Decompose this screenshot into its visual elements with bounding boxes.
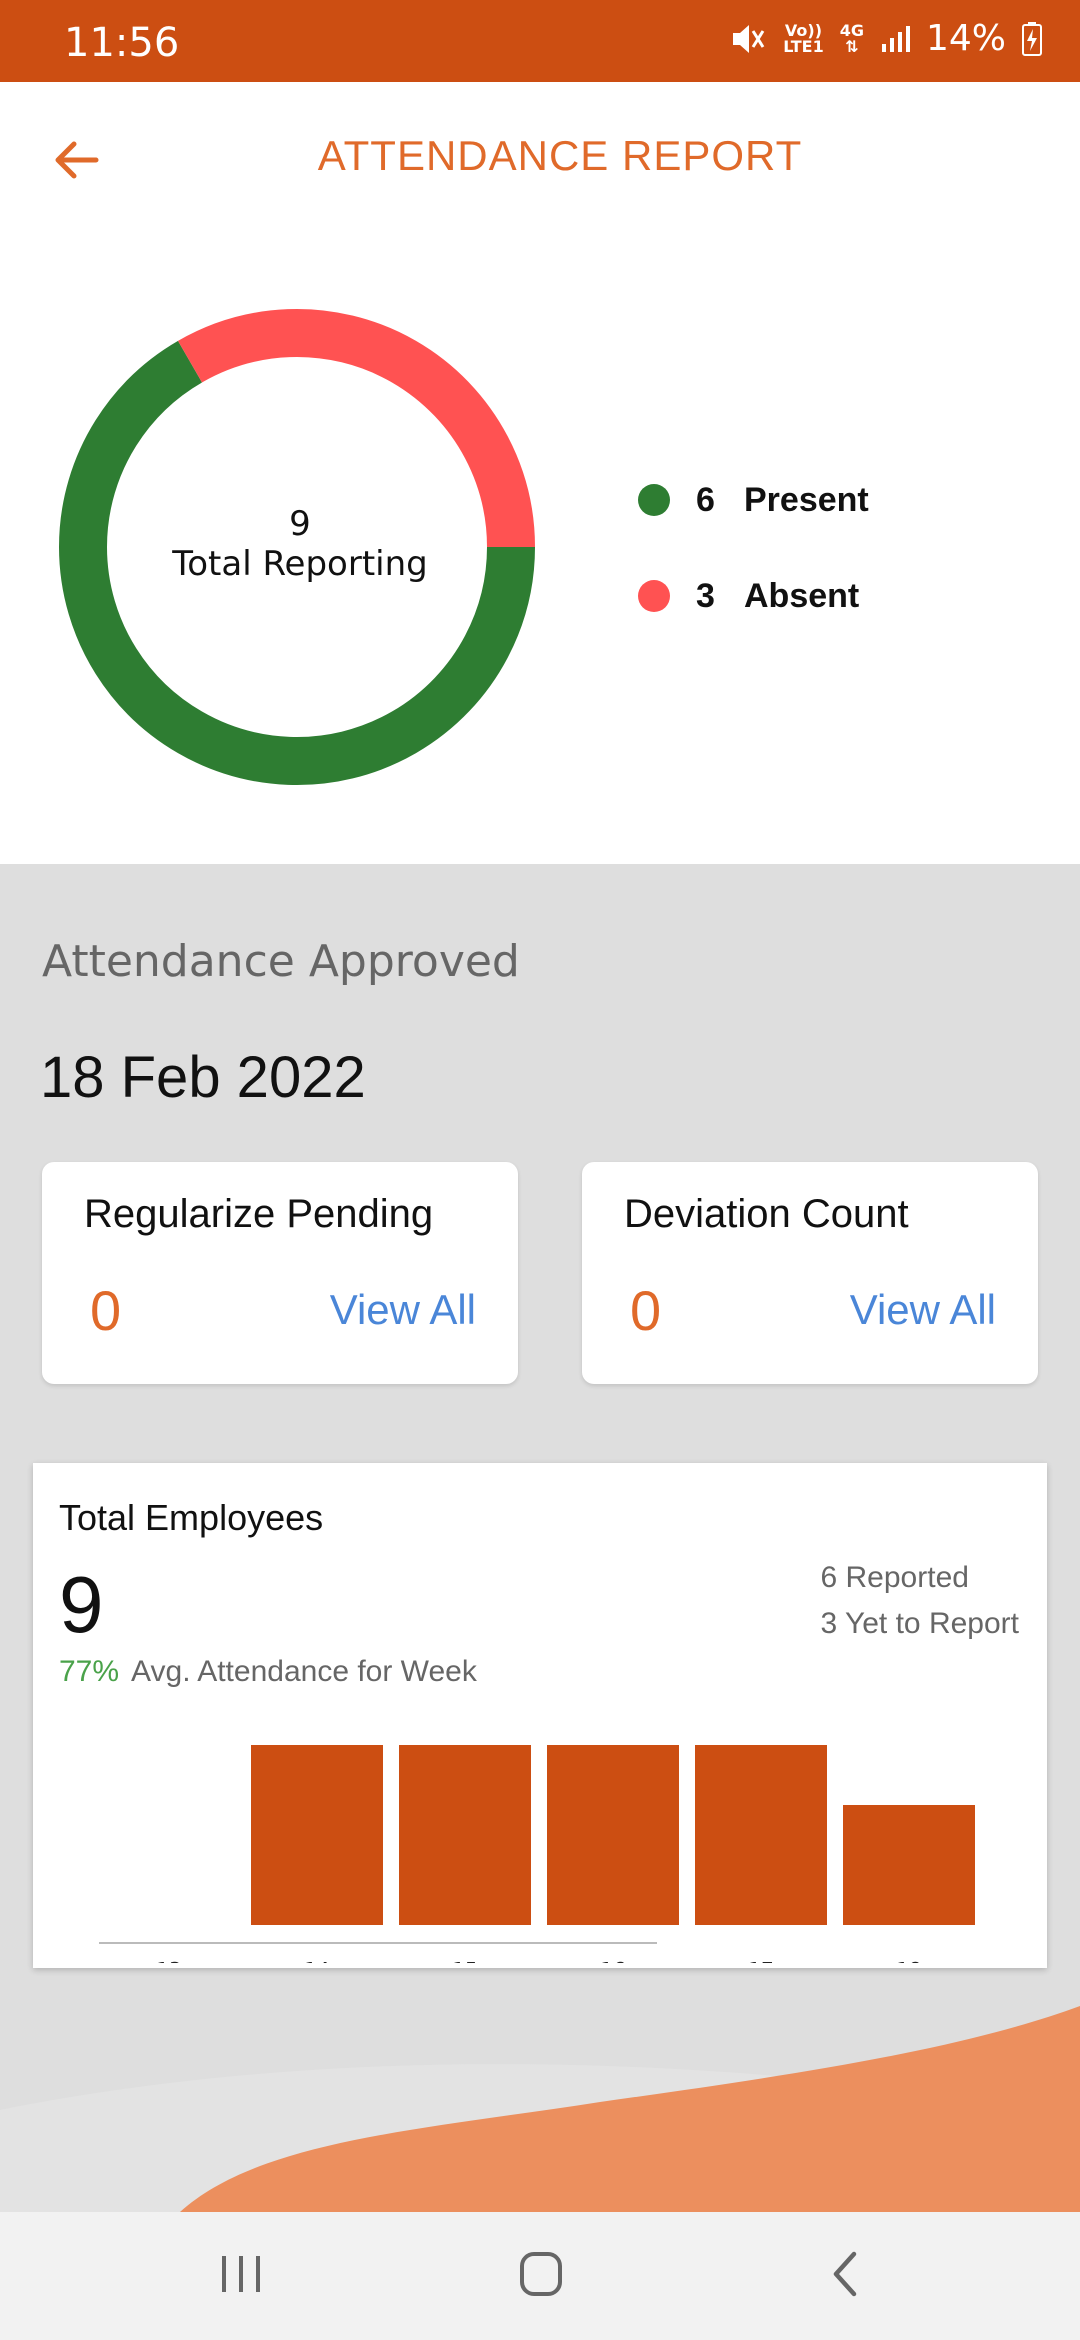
recent-apps-icon[interactable] [218, 2248, 264, 2300]
deviation-count-value: 0 [630, 1279, 662, 1342]
weekly-attendance-bar-chart: 13 14 15 16 17 18 [99, 1745, 975, 1963]
page-title: ATTENDANCE REPORT [317, 132, 803, 179]
attendance-approved-label: Attendance Approved [42, 936, 520, 987]
yet-to-report-count: 3 Yet to Report [820, 1607, 1020, 1640]
network-type: 4G ⇅ [839, 20, 864, 56]
regularize-view-all-link[interactable]: View All [330, 1286, 476, 1334]
total-employees-title: Total Employees [59, 1497, 324, 1538]
donut-center: 9 Total Reporting [140, 504, 460, 584]
donut-legend: 6 Present 3 Absent [638, 452, 869, 644]
present-dot [638, 484, 670, 516]
bar-14 [251, 1745, 383, 1925]
bar-18 [843, 1805, 975, 1925]
report-status: 6 Reported 3 Yet to Report [821, 1555, 1020, 1647]
signal-icon [881, 25, 910, 52]
bar-16 [547, 1745, 679, 1925]
battery-percent: 14% [925, 18, 1006, 59]
battery-charging-icon [1022, 21, 1042, 56]
regularize-pending-card: Regularize Pending 0 View All [42, 1162, 518, 1384]
reported-count: 6 Reported [820, 1561, 969, 1594]
volte-label: Vo)) LTE1 [783, 20, 824, 56]
present-count: 6 [696, 480, 715, 519]
status-bar: 11:56 Vo)) LTE1 4G ⇅ 14% [0, 0, 1080, 82]
decorative-wave [0, 2006, 1080, 2212]
legend-present: 6 Present [638, 452, 869, 548]
x-tick-label-13: 13 [156, 1958, 181, 1963]
regularize-pending-title: Regularize Pending [84, 1192, 434, 1236]
total-employees-count: 9 [59, 1560, 104, 1649]
home-icon[interactable] [518, 2248, 564, 2300]
bar-15 [399, 1745, 531, 1925]
system-nav-bar [0, 2212, 1080, 2340]
x-tick-label-17: 17 [748, 1958, 773, 1963]
status-icons: Vo)) LTE1 4G ⇅ 14% [729, 18, 1042, 59]
x-tick-label-15: 15 [452, 1958, 477, 1963]
app-bar: ATTENDANCE REPORT [0, 82, 1080, 232]
avg-attendance-percent: 77% [59, 1655, 120, 1688]
regularize-pending-value: 0 [90, 1279, 122, 1342]
status-time: 11:56 [64, 20, 180, 66]
total-reporting-label: Total Reporting [172, 544, 428, 584]
mute-icon [733, 24, 765, 53]
total-reporting-count: 9 [289, 504, 311, 544]
avg-attendance-label: Avg. Attendance for Week [131, 1655, 477, 1688]
approved-date: 18 Feb 2022 [40, 1045, 366, 1110]
attendance-summary: 9 Total Reporting 6 Present 3 Absent [0, 232, 1080, 864]
deviation-count-card: Deviation Count 0 View All [582, 1162, 1038, 1384]
avg-attendance: 77% Avg. Attendance for Week [59, 1655, 477, 1689]
back-nav-icon[interactable] [826, 2248, 866, 2300]
absent-dot [638, 580, 670, 612]
x-tick-label-14: 14 [304, 1958, 329, 1963]
total-employees-card: Total Employees 9 6 Reported 3 Yet to Re… [33, 1463, 1047, 1968]
bar-17 [695, 1745, 827, 1925]
deviation-count-title: Deviation Count [624, 1192, 909, 1236]
present-label: Present [744, 480, 869, 519]
absent-label: Absent [744, 576, 860, 615]
x-tick-label-16: 16 [600, 1958, 625, 1963]
absent-count: 3 [696, 576, 715, 615]
legend-absent: 3 Absent [638, 548, 869, 644]
deviation-view-all-link[interactable]: View All [850, 1286, 996, 1334]
x-tick-label-18: 18 [896, 1958, 921, 1963]
